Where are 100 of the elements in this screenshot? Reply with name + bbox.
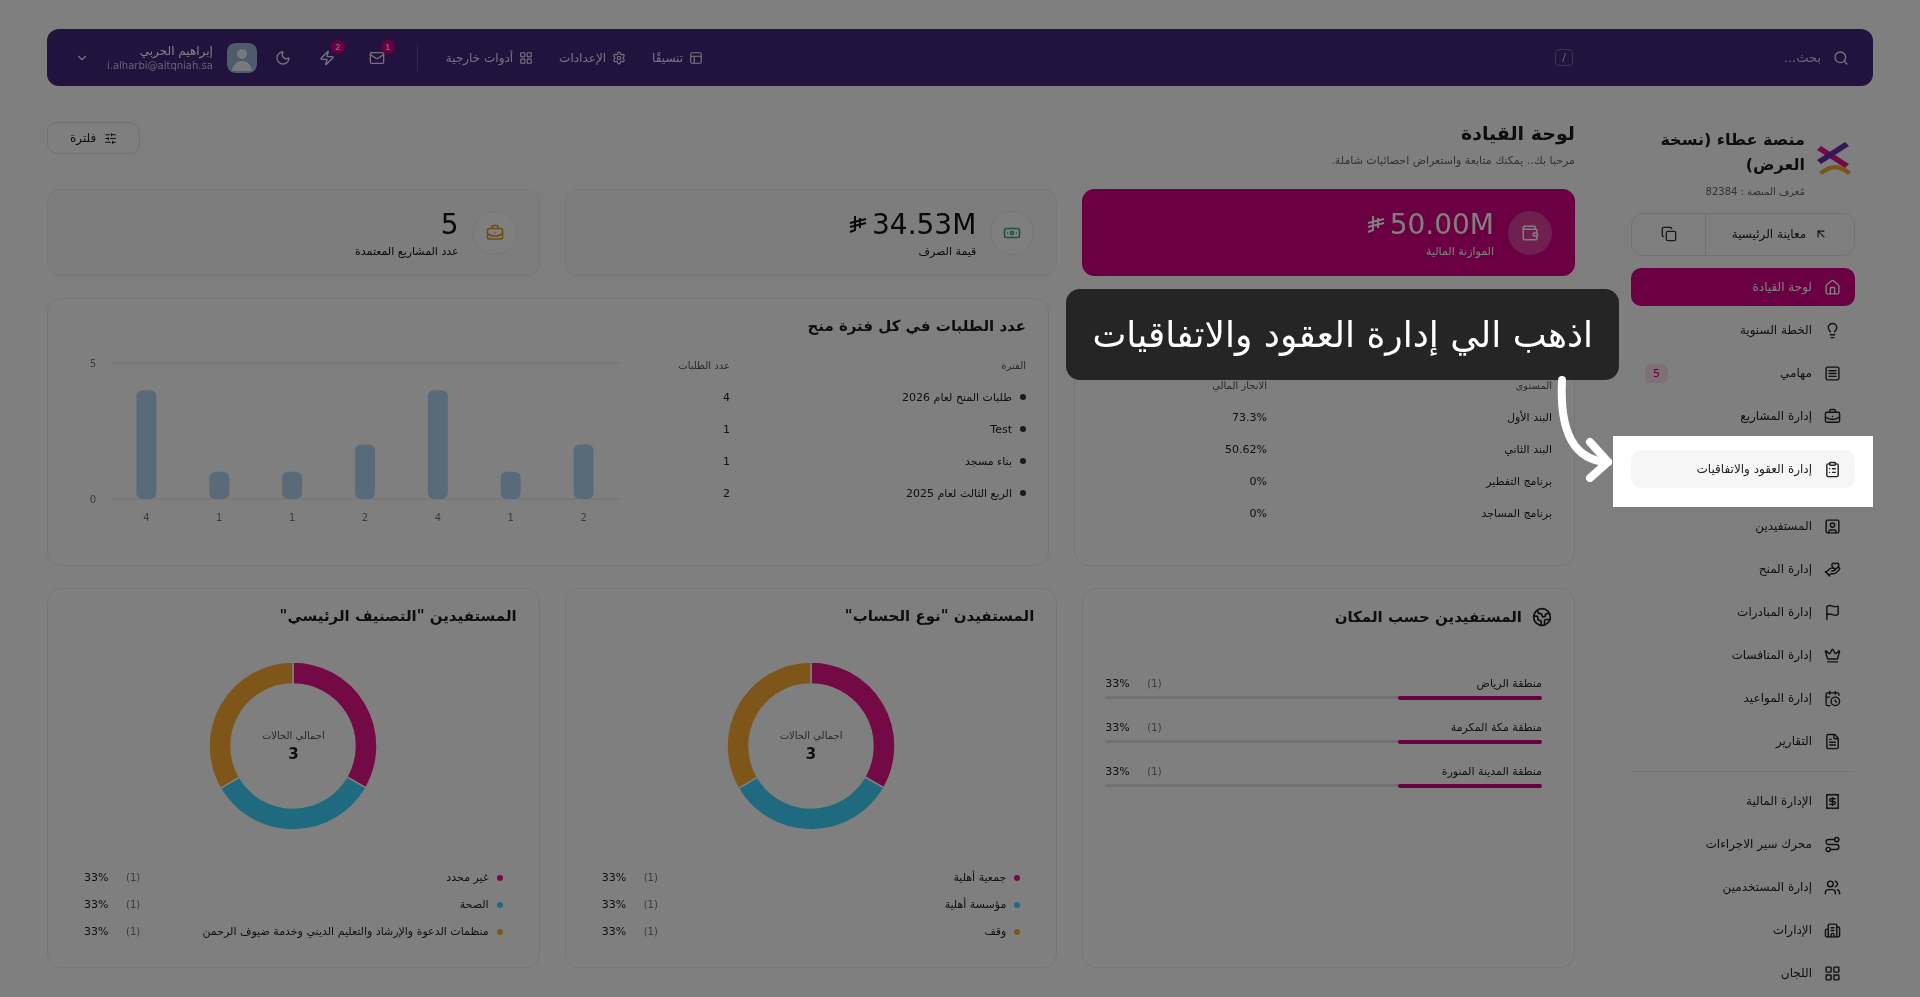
table-cell-text: البند الأول [1506, 410, 1552, 424]
count-text: (1) [1147, 722, 1162, 733]
toolbar-link[interactable]: تنسيقًا [646, 46, 710, 69]
table-cell-text: 1 [722, 454, 730, 468]
total-label: اجمالي الحالات [261, 729, 325, 741]
sidebar-item[interactable]: المستفيدين [1631, 507, 1855, 545]
legend-label: غير محدد [445, 871, 489, 884]
legend-label: منظمات الدعوة والإرشاد والتعليم الديني وخدمة ضيوف الرحمن [201, 925, 489, 938]
mail-icon [368, 49, 385, 66]
sidebar-item[interactable]: إدارة المبادرات [1631, 593, 1855, 631]
hand-heart-icon [1824, 560, 1841, 578]
percent-text: 33% [1105, 765, 1131, 778]
table-cell-text: Test [989, 422, 1012, 436]
percent-text: 33% [84, 871, 110, 884]
bullet-dot [1020, 426, 1026, 432]
user-square-icon [1824, 517, 1841, 535]
legend-label: جمعية أهلية [952, 871, 1007, 884]
calendar-icon [1824, 689, 1841, 707]
sidebar-item[interactable]: الخطة السنوية [1631, 311, 1855, 349]
count-text: (1) [643, 926, 658, 937]
axis-tick: 5 [89, 358, 96, 369]
house-icon [1824, 278, 1841, 296]
total-label: اجمالي الحالات [779, 729, 843, 741]
table-cell-text: 2 [722, 486, 730, 500]
table-cell-text: الربع الثالث لعام 2025 [905, 486, 1012, 500]
table-cell-text: 73.3% [1231, 410, 1267, 424]
chart-bar [500, 471, 521, 499]
location-label: منطقة الرياض [1475, 677, 1542, 690]
flag-icon [1824, 603, 1841, 621]
avatar [226, 42, 257, 73]
currency-icon [1365, 214, 1386, 234]
sidebar-item[interactable]: التقارير [1631, 722, 1855, 760]
grid-icon [1824, 964, 1841, 982]
legend-label: الصحة [458, 898, 489, 911]
clipboard-icon [1824, 460, 1841, 478]
legend-label: مؤسسة أهلية [943, 898, 1007, 911]
toolbar-link[interactable]: الإعدادات [553, 46, 633, 69]
card-title: عدد الطلبات في كل فترة منح [806, 317, 1026, 335]
percent-text: 33% [1105, 721, 1131, 734]
notification-button[interactable]: 2 [308, 39, 345, 76]
count-text: (1) [1147, 678, 1162, 689]
sidebar-item[interactable]: محرك سير الاجراءات [1631, 825, 1855, 863]
notification-button[interactable]: 1 [358, 39, 395, 76]
user-name: إبراهيم الحربي [139, 44, 213, 58]
column-header: المستوى [1514, 379, 1552, 391]
sidebar-item[interactable]: لوحة القيادة [1631, 268, 1855, 306]
sidebar-item[interactable]: اللجان [1631, 954, 1855, 992]
axis-label: 2 [361, 512, 369, 523]
axis-label: 1 [507, 512, 514, 523]
percent-text: 33% [84, 898, 110, 911]
briefcase-icon [1824, 407, 1841, 425]
percent-text: 33% [601, 925, 628, 938]
table-cell-text: 4 [722, 390, 730, 404]
sidebar-item[interactable]: الإدارات [1631, 911, 1855, 949]
count-text: (1) [1147, 766, 1162, 777]
bullet-dot [1020, 458, 1026, 464]
sidebar-item[interactable]: إدارة المنح [1631, 550, 1855, 588]
currency-icon [848, 214, 868, 234]
receipt-icon [1824, 792, 1841, 810]
toolbar-link[interactable]: أدوات خارجية [439, 46, 540, 69]
page-subtitle: مرحبا بك.. يمكنك متابعة واستعراض احصائيات شاملة. [1331, 154, 1575, 167]
legend-label: وقف [983, 925, 1007, 938]
count-badge: 5 [1645, 363, 1668, 383]
sidebar-item[interactable]: إدارة المواعيد [1631, 679, 1855, 717]
count-text: (1) [126, 872, 141, 883]
sidebar-item[interactable]: إدارة المشاريع [1631, 397, 1855, 435]
card-title: المستفيدين حسب المكان [1334, 608, 1522, 626]
sidebar-item[interactable]: الإدارة المالية [1631, 782, 1855, 820]
briefcase-icon [485, 223, 504, 242]
building-icon [1824, 921, 1841, 939]
axis-tick: 0 [89, 494, 96, 505]
card-title: المستفيدين "التصنيف الرئيسي" [278, 607, 517, 625]
sliders-icon [104, 131, 118, 145]
sidebar-item[interactable]: إدارة المستخدمين [1631, 868, 1855, 906]
moon-icon [274, 49, 291, 66]
total-value: 3 [288, 744, 299, 763]
location-label: منطقة مكة المكرمة [1449, 721, 1542, 734]
count-badge: 1 [380, 39, 395, 54]
stat-label: عدد المشاريع المعتمدة [355, 244, 459, 258]
shortcut-key: / [1555, 49, 1573, 66]
sidebar-item[interactable]: إدارة المنافسات [1631, 636, 1855, 674]
document-icon [1824, 732, 1841, 750]
copy-icon [1660, 226, 1677, 243]
search-field[interactable]: بحث... [1583, 49, 1823, 66]
total-value: 3 [805, 744, 817, 763]
platform-title: منصة عطاء (نسخة العرض) [1659, 129, 1805, 176]
chart-bar [573, 444, 594, 499]
globe-icon [1532, 607, 1552, 627]
layout-icon [689, 50, 704, 65]
stat-value: 34.53M [872, 207, 977, 241]
filter-button[interactable]: فلترة [47, 122, 141, 154]
column-header: الانجاز المالي [1211, 379, 1267, 391]
location-label: منطقة المدينة المنورة [1440, 765, 1542, 778]
sidebar-item[interactable]: إدارة العقود والاتفاقيات [1631, 450, 1855, 488]
route-icon [1824, 835, 1841, 853]
user-email: i.alharbi@altqniah.sa [107, 60, 213, 71]
chart-bar [209, 471, 230, 499]
bullet-dot [1020, 394, 1026, 400]
count-text: (1) [126, 926, 141, 937]
chart-bar [282, 471, 303, 499]
